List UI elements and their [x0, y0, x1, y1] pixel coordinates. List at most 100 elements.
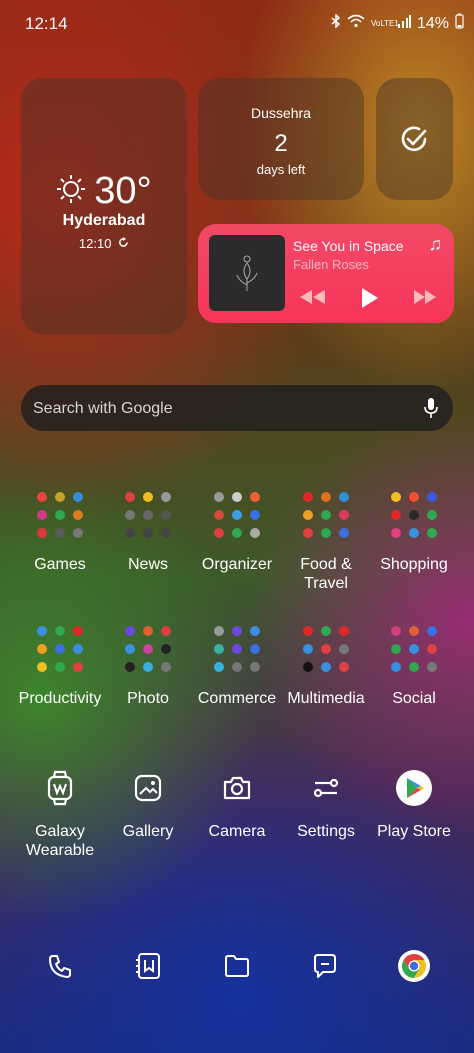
folder-app-icon	[232, 626, 242, 636]
folder-photo[interactable]: Photo	[104, 626, 192, 708]
dock-messages[interactable]	[301, 948, 349, 984]
folder-app-icon	[73, 528, 83, 538]
weather-city: Hyderabad	[62, 212, 146, 229]
folder-app-icon	[303, 662, 313, 672]
play-button[interactable]	[361, 288, 379, 308]
battery-percent: 14%	[416, 14, 449, 32]
app-label: Play Store	[377, 823, 451, 840]
folder-organizer[interactable]: Organizer	[193, 492, 281, 574]
folder-app-icon	[303, 528, 313, 538]
folder-app-icon	[303, 626, 313, 636]
folder-app-icon	[143, 492, 153, 502]
status-icons: VoLTE1 14%	[331, 13, 464, 34]
folder-app-icon	[409, 644, 419, 654]
folder-social[interactable]: Social	[370, 626, 458, 708]
wifi-icon	[347, 14, 365, 33]
folder-app-icon	[391, 510, 401, 520]
dock-chrome[interactable]	[390, 948, 438, 984]
app-play-store[interactable]: Play Store	[370, 768, 458, 841]
folder-app-icon	[391, 662, 401, 672]
folder-label: Shopping	[380, 556, 448, 573]
settings-icon	[282, 768, 370, 808]
folder-app-icon	[73, 492, 83, 502]
folder-app-icon	[214, 644, 224, 654]
folder-games[interactable]: Games	[16, 492, 104, 574]
refresh-icon[interactable]	[118, 236, 129, 251]
folder-app-icon	[339, 626, 349, 636]
folder-multimedia[interactable]: Multimedia	[282, 626, 370, 708]
folder-app-icon	[391, 492, 401, 502]
folder-preview	[391, 626, 437, 672]
folder-app-icon	[143, 662, 153, 672]
dock-files[interactable]	[213, 948, 261, 984]
folder-app-icon	[37, 644, 47, 654]
play-icon	[362, 288, 378, 308]
folder-app-icon	[250, 626, 260, 636]
mic-icon[interactable]	[423, 397, 439, 424]
music-widget[interactable]: See You in Space Fallen Roses ♫	[198, 224, 454, 323]
folder-app-icon	[321, 528, 331, 538]
folder-news[interactable]: News	[104, 492, 192, 574]
previous-button[interactable]	[298, 290, 326, 304]
folder-preview	[37, 626, 83, 672]
folder-app-icon	[214, 492, 224, 502]
rewind-icon	[300, 290, 325, 304]
folder-app-icon	[125, 492, 135, 502]
folder-app-icon	[391, 626, 401, 636]
app-gallery[interactable]: Gallery	[104, 768, 192, 841]
folder-app-icon	[73, 510, 83, 520]
folder-app-icon	[125, 662, 135, 672]
folder-productivity[interactable]: Productivity	[16, 626, 104, 708]
folder-app-icon	[161, 662, 171, 672]
weather-widget[interactable]: 30° Hyderabad 12:10	[21, 78, 187, 334]
folder-preview	[391, 492, 437, 538]
app-settings[interactable]: Settings	[282, 768, 370, 841]
folder-app-icon	[55, 626, 65, 636]
sun-icon	[56, 174, 86, 209]
folder-app-icon	[250, 644, 260, 654]
folder-label: Social	[392, 690, 436, 707]
folder-app-icon	[73, 662, 83, 672]
folder-app-icon	[232, 510, 242, 520]
folder-label: Food & Travel	[300, 556, 352, 592]
folder-app-icon	[427, 644, 437, 654]
folder-app-icon	[232, 528, 242, 538]
app-galaxy-wearable[interactable]: Galaxy Wearable	[16, 768, 104, 860]
app-camera[interactable]: Camera	[193, 768, 281, 841]
reminder-widget[interactable]	[376, 78, 453, 200]
countdown-widget[interactable]: Dussehra 2 days left	[198, 78, 364, 200]
folder-app-icon	[37, 662, 47, 672]
search-input[interactable]	[21, 385, 395, 433]
folder-app-icon	[161, 626, 171, 636]
folder-app-icon	[161, 528, 171, 538]
folder-shopping[interactable]: Shopping	[370, 492, 458, 574]
google-search-bar[interactable]	[21, 385, 453, 433]
signal-icon	[397, 14, 411, 33]
album-art[interactable]	[209, 235, 285, 311]
folder-commerce[interactable]: Commerce	[193, 626, 281, 708]
folder-food-travel[interactable]: Food & Travel	[282, 492, 370, 593]
folder-app-icon	[55, 510, 65, 520]
play-store-icon	[370, 768, 458, 808]
weather-updated-time: 12:10	[21, 236, 187, 251]
folder-app-icon	[232, 662, 242, 672]
battery-icon	[455, 13, 464, 34]
folder-label: Multimedia	[287, 690, 365, 707]
folder-app-icon	[427, 528, 437, 538]
next-button[interactable]	[413, 290, 437, 304]
dock-phone[interactable]	[36, 948, 84, 984]
app-label: Gallery	[122, 823, 174, 840]
dock-notes[interactable]	[124, 948, 172, 984]
folder-app-icon	[250, 662, 260, 672]
folder-preview	[303, 492, 349, 538]
folder-app-icon	[321, 644, 331, 654]
folder-app-icon	[409, 626, 419, 636]
folder-icon	[225, 955, 249, 977]
folder-app-icon	[409, 662, 419, 672]
folder-app-icon	[161, 492, 171, 502]
folder-app-icon	[427, 492, 437, 502]
folder-app-icon	[303, 644, 313, 654]
notes-icon	[136, 953, 160, 979]
folder-app-icon	[214, 528, 224, 538]
song-artist: Fallen Roses	[293, 257, 369, 272]
